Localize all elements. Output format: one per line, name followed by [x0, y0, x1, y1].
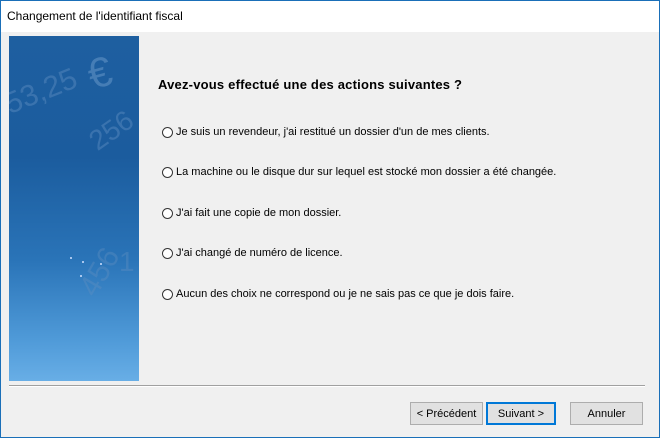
option-label[interactable]: J'ai changé de numéro de licence.: [176, 247, 343, 259]
option-aucun-choix[interactable]: Aucun des choix ne correspond ou je ne s…: [162, 286, 514, 302]
radio-button[interactable]: [162, 166, 173, 178]
money-watermark-graphic: 53,25 € 256 456 1: [9, 47, 139, 302]
decor-euro-sign: €: [82, 47, 117, 98]
decor-number-2: 256: [83, 104, 139, 156]
option-machine-changee[interactable]: La machine ou le disque dur sur lequel e…: [162, 164, 556, 180]
decor-number-4: 1: [119, 246, 135, 277]
option-label[interactable]: Aucun des choix ne correspond ou je ne s…: [176, 288, 514, 300]
option-label[interactable]: J'ai fait une copie de mon dossier.: [176, 207, 341, 219]
radio-button[interactable]: [162, 126, 173, 138]
dialog-window: Changement de l'identifiant fiscal 53,25…: [0, 0, 660, 438]
decor-number-1: 53,25: [9, 62, 82, 121]
previous-button[interactable]: < Précédent: [410, 402, 483, 425]
option-copie-dossier[interactable]: J'ai fait une copie de mon dossier.: [162, 205, 341, 221]
title-bar[interactable]: Changement de l'identifiant fiscal: [1, 1, 659, 32]
option-label[interactable]: La machine ou le disque dur sur lequel e…: [176, 166, 556, 178]
radio-button[interactable]: [162, 288, 173, 300]
footer-separator: [9, 385, 645, 387]
radio-button[interactable]: [162, 207, 173, 219]
option-numero-licence[interactable]: J'ai changé de numéro de licence.: [162, 245, 343, 261]
question-heading: Avez-vous effectué une des actions suiva…: [158, 77, 463, 92]
next-button[interactable]: Suivant >: [486, 402, 556, 425]
cancel-button[interactable]: Annuler: [570, 402, 643, 425]
option-label[interactable]: Je suis un revendeur, j'ai restitué un d…: [176, 126, 490, 138]
side-banner: 53,25 € 256 456 1: [9, 36, 139, 381]
option-revendeur[interactable]: Je suis un revendeur, j'ai restitué un d…: [162, 124, 490, 140]
window-title: Changement de l'identifiant fiscal: [7, 9, 183, 23]
radio-button[interactable]: [162, 247, 173, 259]
